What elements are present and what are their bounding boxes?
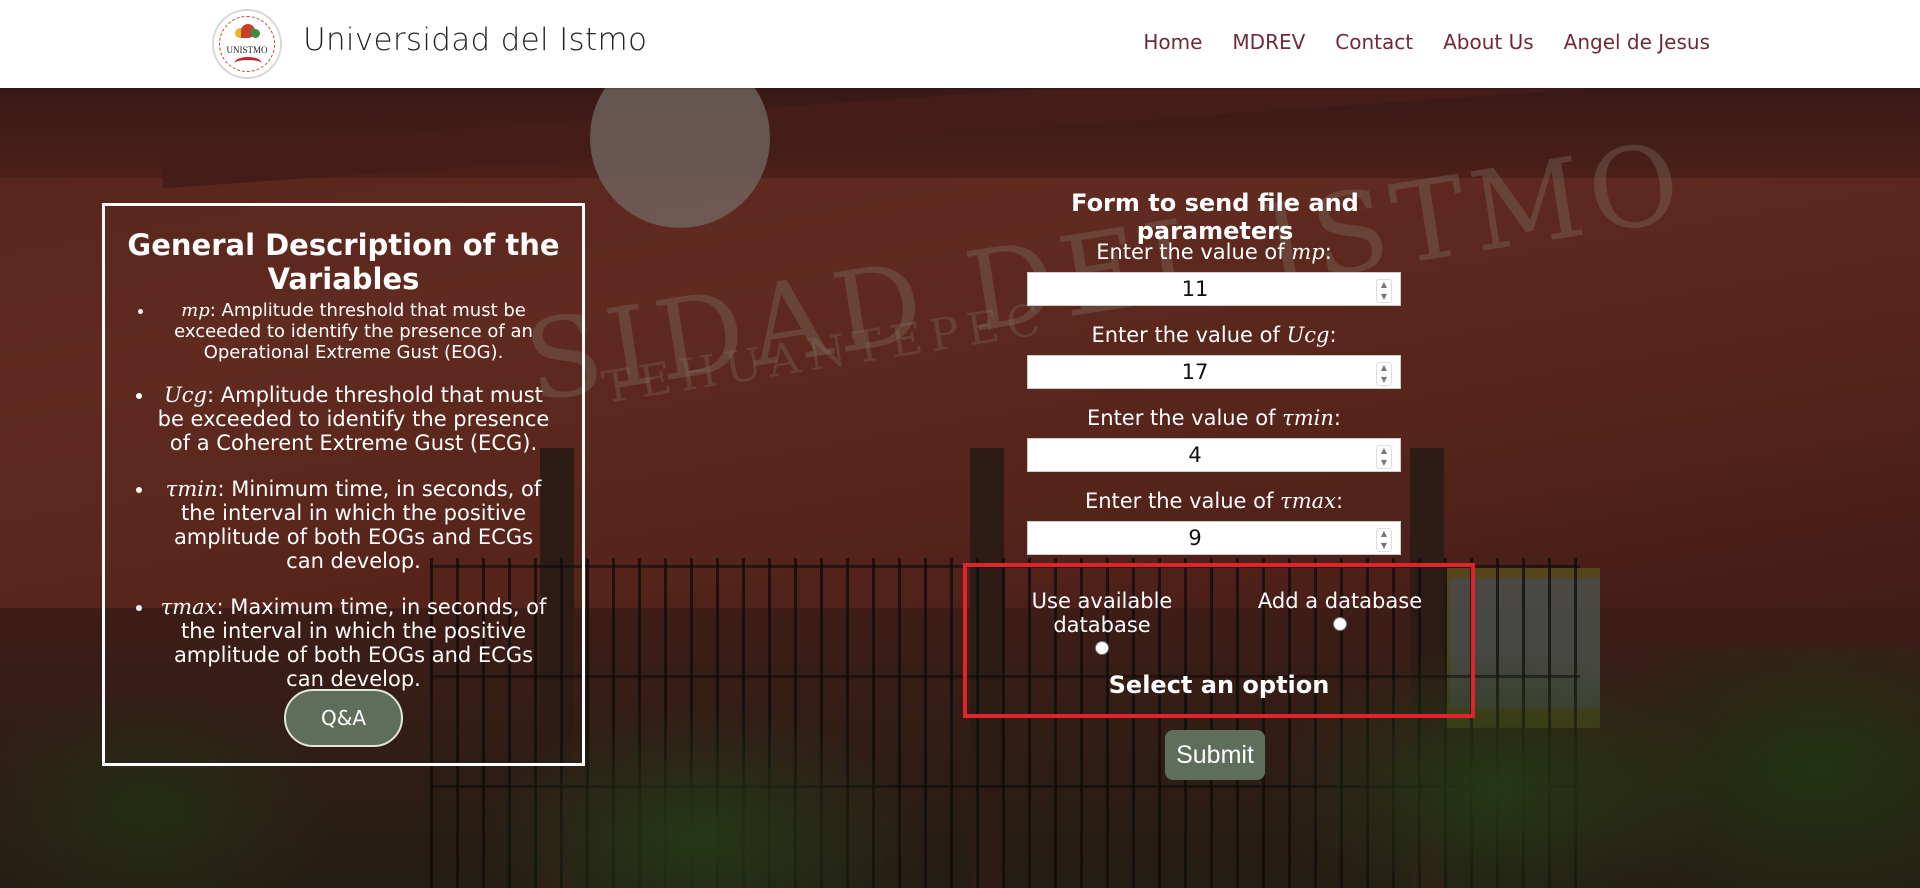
chevron-down-icon[interactable]: ▼ <box>1381 458 1387 468</box>
logo-arc <box>234 57 262 70</box>
variable-description: : Amplitude threshold that must be excee… <box>157 383 550 455</box>
variable-description: : Amplitude threshold that must be excee… <box>174 300 533 363</box>
nav-link-mdrev[interactable]: MDREV <box>1232 30 1305 54</box>
option-label: Add a database <box>1257 589 1423 613</box>
ucg-input[interactable] <box>1028 356 1362 388</box>
nav-link-about-us[interactable]: About Us <box>1443 30 1534 54</box>
chevron-down-icon[interactable]: ▼ <box>1381 541 1387 551</box>
nav-link-contact[interactable]: Contact <box>1335 30 1413 54</box>
variables-list: mp: Amplitude threshold that must be exc… <box>105 300 582 691</box>
mp-number-field[interactable]: ▲▼ <box>1027 272 1401 306</box>
variables-description-panel: General Description of the Variables mp:… <box>102 203 585 766</box>
nav-link-user[interactable]: Angel de Jesus <box>1564 30 1710 54</box>
stepper-arrows[interactable]: ▲ ▼ <box>1376 445 1392 469</box>
list-item: mp: Amplitude threshold that must be exc… <box>155 300 552 363</box>
label-suffix: : <box>1335 489 1344 513</box>
mp-input[interactable] <box>1028 273 1362 305</box>
use-available-database-option[interactable]: Use available database <box>1002 589 1202 655</box>
field-label-ucg: Enter the value of Ucg: <box>1027 323 1401 347</box>
site-brand[interactable]: Universidad del Istmo <box>303 22 647 58</box>
university-logo[interactable]: UNISTMO <box>212 9 282 79</box>
variable-symbol: mp <box>1291 240 1325 264</box>
variable-symbol: Ucg <box>164 383 207 407</box>
label-prefix: Enter the value of <box>1096 240 1292 264</box>
submit-button[interactable]: Submit <box>1165 730 1265 780</box>
list-item: τmin: Minimum time, in seconds, of the i… <box>155 477 552 573</box>
label-prefix: Enter the value of <box>1087 406 1283 430</box>
panel-title: General Description of the Variables <box>127 228 560 296</box>
chevron-up-icon[interactable]: ▲ <box>1381 529 1387 539</box>
nav-link-home[interactable]: Home <box>1143 30 1202 54</box>
variable-symbol: mp <box>181 300 210 321</box>
database-option-box: Use available database Add a database Se… <box>963 563 1475 718</box>
logo-leaf <box>251 29 260 38</box>
variable-symbol: τmin <box>165 477 218 501</box>
stepper-arrows[interactable]: ▲ ▼ <box>1376 528 1392 552</box>
tau-min-input[interactable] <box>1028 439 1362 471</box>
use-available-database-radio[interactable] <box>1095 641 1109 655</box>
qa-button[interactable]: Q&A <box>284 689 403 747</box>
variable-description: : Maximum time, in seconds, of the inter… <box>173 595 547 691</box>
variable-description: : Minimum time, in seconds, of the inter… <box>173 477 542 573</box>
label-prefix: Enter the value of <box>1091 323 1287 347</box>
tau-max-number-field[interactable]: ▲▼ <box>1027 521 1401 555</box>
variable-symbol: τmax <box>160 595 217 619</box>
chevron-down-icon[interactable]: ▼ <box>1381 292 1387 302</box>
form-title: Form to send file and parameters <box>1071 189 1359 245</box>
top-navbar: UNISTMO Universidad del Istmo Home MDREV… <box>0 0 1920 88</box>
variable-symbol: τmin <box>1282 406 1334 430</box>
tau-min-number-field[interactable]: ▲▼ <box>1027 438 1401 472</box>
variable-symbol: Ucg <box>1286 323 1330 347</box>
chevron-up-icon[interactable]: ▲ <box>1381 446 1387 456</box>
stepper-arrows[interactable]: ▲ ▼ <box>1376 362 1392 386</box>
select-option-message: Select an option <box>1108 671 1330 699</box>
logo-text: UNISTMO <box>226 45 268 55</box>
stepper-arrows[interactable]: ▲ ▼ <box>1376 279 1392 303</box>
add-database-option[interactable]: Add a database <box>1245 589 1435 631</box>
label-prefix: Enter the value of <box>1084 489 1281 513</box>
list-item: τmax: Maximum time, in seconds, of the i… <box>155 595 552 691</box>
ucg-number-field[interactable]: ▲▼ <box>1027 355 1401 389</box>
chevron-up-icon[interactable]: ▲ <box>1381 280 1387 290</box>
field-label-tau-max: Enter the value of τmax: <box>1027 489 1401 513</box>
variable-symbol: τmax <box>1280 489 1336 513</box>
label-suffix: : <box>1329 323 1337 347</box>
list-item: Ucg: Amplitude threshold that must be ex… <box>155 383 552 455</box>
field-label-mp: Enter the value of mp: <box>1027 240 1401 264</box>
field-label-tau-min: Enter the value of τmin: <box>1027 406 1401 430</box>
label-suffix: : <box>1324 240 1332 264</box>
add-database-radio[interactable] <box>1333 617 1347 631</box>
chevron-down-icon[interactable]: ▼ <box>1381 375 1387 385</box>
chevron-up-icon[interactable]: ▲ <box>1381 363 1387 373</box>
label-suffix: : <box>1333 406 1341 430</box>
option-label: Use available database <box>1031 589 1173 637</box>
main-nav: Home MDREV Contact About Us Angel de Jes… <box>1143 30 1710 54</box>
tau-max-input[interactable] <box>1028 522 1362 554</box>
